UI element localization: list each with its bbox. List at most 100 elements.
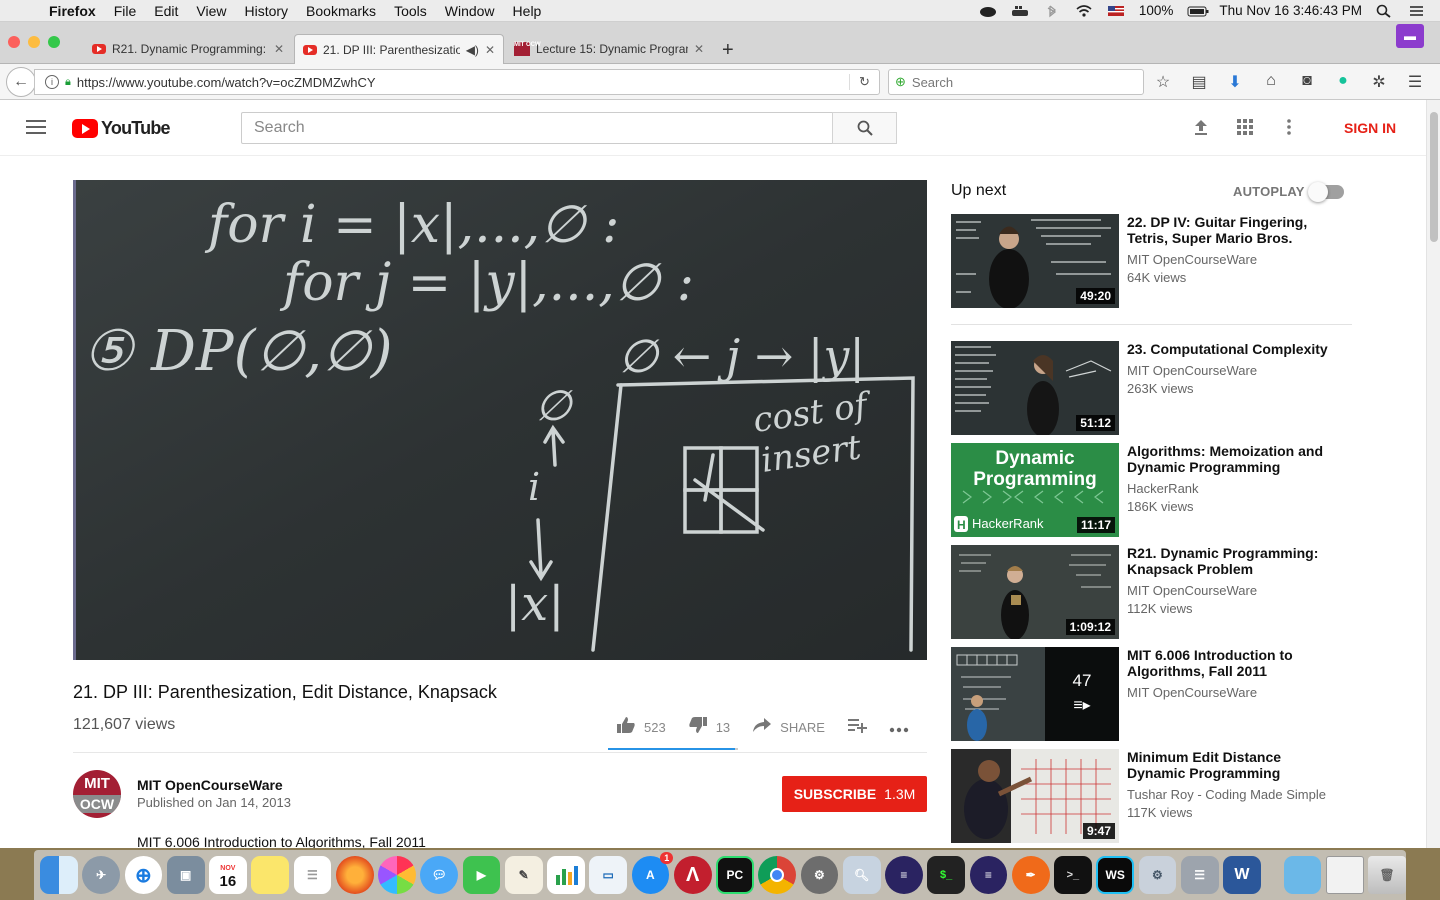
menu-edit[interactable]: Edit <box>145 3 187 19</box>
cloud-icon[interactable] <box>979 4 997 18</box>
window-minimized-icon[interactable] <box>1325 856 1364 894</box>
bluetooth-icon[interactable] <box>1043 4 1061 18</box>
menu-window[interactable]: Window <box>436 3 504 19</box>
url-text[interactable]: https://www.youtube.com/watch?v=ocZMDMZw… <box>77 75 376 90</box>
tab-lecture-15[interactable]: MIT OCW Lecture 15: Dynamic Program ✕ <box>506 34 712 64</box>
playlist-thumbnail[interactable]: 47 ≡▸ <box>951 647 1119 741</box>
notification-center-icon[interactable] <box>1408 4 1426 18</box>
pocket-icon[interactable]: ◙ <box>1296 72 1318 92</box>
video-player[interactable]: for i = |x|,...,∅ : for j = |y|,...,∅ : … <box>73 180 927 660</box>
related-video-title[interactable]: Minimum Edit Distance Dynamic Programmin… <box>1127 749 1337 781</box>
preview-icon[interactable]: 🔍︎ <box>842 856 881 894</box>
terminal-dollar-icon[interactable]: $_ <box>927 856 966 894</box>
anaconda-a-icon[interactable]: Λ <box>673 856 712 894</box>
downloads-arrow-icon[interactable]: ⬇ <box>1224 72 1246 92</box>
related-video-card[interactable]: 9:47 Minimum Edit Distance Dynamic Progr… <box>951 749 1351 843</box>
upload-icon[interactable] <box>1192 118 1210 141</box>
reload-icon[interactable]: ↻ <box>849 74 879 90</box>
menu-hamburger-icon[interactable]: ☰ <box>1404 72 1426 92</box>
private-browsing-mask-icon[interactable]: ▬ <box>1396 24 1424 48</box>
sign-in-button[interactable]: SIGN IN <box>1344 120 1396 136</box>
zoom-window-button[interactable] <box>48 36 60 48</box>
pycharm-icon[interactable]: PC <box>716 856 754 894</box>
reading-list-icon[interactable]: ▤ <box>1188 72 1210 92</box>
video-thumbnail[interactable]: 49:20 <box>951 214 1119 308</box>
finder-icon[interactable] <box>40 856 78 894</box>
more-actions-button[interactable] <box>889 717 909 738</box>
launchpad-rocket-icon[interactable]: ✈ <box>82 856 120 894</box>
app-store-icon[interactable]: A1 <box>631 852 674 894</box>
eclipse-icon[interactable]: ≡ <box>885 856 923 894</box>
browser-search-field[interactable]: ⊕ Search <box>888 69 1144 95</box>
related-playlist-card[interactable]: 47 ≡▸ MIT 6.006 Introduction to Algorith… <box>951 647 1351 741</box>
extension-icon[interactable]: ✲ <box>1368 72 1390 92</box>
menu-tools[interactable]: Tools <box>385 3 436 19</box>
video-thumbnail[interactable]: 9:47 <box>951 749 1119 843</box>
grammarly-icon[interactable]: ● <box>1332 72 1354 92</box>
minimize-window-button[interactable] <box>28 36 40 48</box>
photo-preview-icon[interactable]: ▣ <box>166 856 205 894</box>
related-video-card[interactable]: Dynamic Programming H HackerRank 11:17 A… <box>951 443 1351 537</box>
eclipse-alt-icon[interactable]: ≡ <box>969 856 1008 894</box>
us-flag-icon[interactable] <box>1107 4 1125 18</box>
menu-help[interactable]: Help <box>504 3 551 19</box>
tab-dp-iii-parenthesization[interactable]: 21. DP III: Parenthesization ◀) ✕ <box>294 34 504 64</box>
related-video-title[interactable]: 22. DP IV: Guitar Fingering, Tetris, Sup… <box>1127 214 1337 246</box>
safari-compass-icon[interactable]: ⊕ <box>124 856 163 894</box>
menubar-clock[interactable]: Thu Nov 16 3:46:43 PM <box>1219 3 1362 18</box>
menu-file[interactable]: File <box>105 3 146 19</box>
close-tab-icon[interactable]: ✕ <box>485 43 495 57</box>
wifi-icon[interactable] <box>1075 4 1093 18</box>
menu-history[interactable]: History <box>235 3 297 19</box>
messages-bubble-icon[interactable]: 💬︎ <box>420 856 458 894</box>
database-icon[interactable]: ☰ <box>1180 856 1219 894</box>
video-thumbnail[interactable]: 51:12 <box>951 341 1119 435</box>
tab-r21-dynamic-programming[interactable]: R21. Dynamic Programming: K ✕ <box>84 34 292 64</box>
related-video-card[interactable]: 49:20 22. DP IV: Guitar Fingering, Tetri… <box>951 214 1351 308</box>
system-preferences-gear-icon[interactable]: ⚙ <box>800 856 839 894</box>
photos-icon[interactable] <box>378 856 416 894</box>
youtube-search-input[interactable]: Search <box>241 112 833 144</box>
guide-menu-icon[interactable] <box>26 120 46 138</box>
battery-icon[interactable] <box>1187 4 1209 18</box>
share-button[interactable]: SHARE <box>752 717 825 738</box>
related-video-card[interactable]: 51:12 23. Computational Complexity MIT O… <box>951 341 1351 435</box>
trash-icon[interactable]: 🗑︎ <box>1368 856 1406 894</box>
more-vertical-icon[interactable] <box>1280 118 1298 141</box>
new-tab-plus-icon[interactable]: + <box>722 39 734 62</box>
info-icon[interactable]: i <box>45 75 59 89</box>
youtube-logo[interactable]: YouTube <box>72 118 171 139</box>
chrome-icon[interactable] <box>758 856 797 894</box>
autoplay-toggle[interactable] <box>1308 182 1344 202</box>
notes-icon[interactable] <box>251 856 289 894</box>
home-icon[interactable]: ⌂ <box>1260 72 1282 92</box>
feather-editor-icon[interactable]: ✒ <box>1011 856 1050 894</box>
docker-icon[interactable] <box>1011 4 1029 18</box>
apps-grid-icon[interactable] <box>1236 118 1254 141</box>
like-button[interactable]: 523 <box>616 716 666 739</box>
add-to-playlist-button[interactable] <box>847 717 867 738</box>
channel-avatar[interactable]: MIT OCW <box>73 770 121 818</box>
reminders-icon[interactable]: ☰ <box>293 856 332 894</box>
speaker-icon[interactable]: ◀) <box>466 43 479 57</box>
menu-view[interactable]: View <box>187 3 235 19</box>
channel-name[interactable]: MIT OpenCourseWare <box>137 777 283 793</box>
firefox-icon[interactable] <box>335 856 374 894</box>
terminal-icon[interactable]: >_ <box>1054 856 1092 894</box>
close-tab-icon[interactable]: ✕ <box>274 42 284 56</box>
spotlight-search-icon[interactable] <box>1376 4 1394 18</box>
facetime-icon[interactable]: ▶ <box>462 856 501 894</box>
menu-bookmarks[interactable]: Bookmarks <box>297 3 385 19</box>
related-video-title[interactable]: R21. Dynamic Programming: Knapsack Probl… <box>1127 545 1337 577</box>
back-arrow-icon[interactable]: ← <box>6 67 36 97</box>
video-thumbnail[interactable]: Dynamic Programming H HackerRank 11:17 <box>951 443 1119 537</box>
keynote-icon[interactable]: ▭ <box>589 856 627 894</box>
related-video-card[interactable]: 1:09:12 R21. Dynamic Programming: Knapsa… <box>951 545 1351 639</box>
url-bar[interactable]: i 🔒︎ https://www.youtube.com/watch?v=ocZ… <box>34 69 880 95</box>
menu-app-firefox[interactable]: Firefox <box>40 3 105 19</box>
dislike-button[interactable]: 13 <box>688 716 730 739</box>
webstorm-icon[interactable]: WS <box>1096 856 1135 894</box>
close-tab-icon[interactable]: ✕ <box>694 42 704 56</box>
microsoft-word-icon[interactable]: W <box>1223 856 1261 894</box>
related-video-title[interactable]: 23. Computational Complexity <box>1127 341 1337 357</box>
